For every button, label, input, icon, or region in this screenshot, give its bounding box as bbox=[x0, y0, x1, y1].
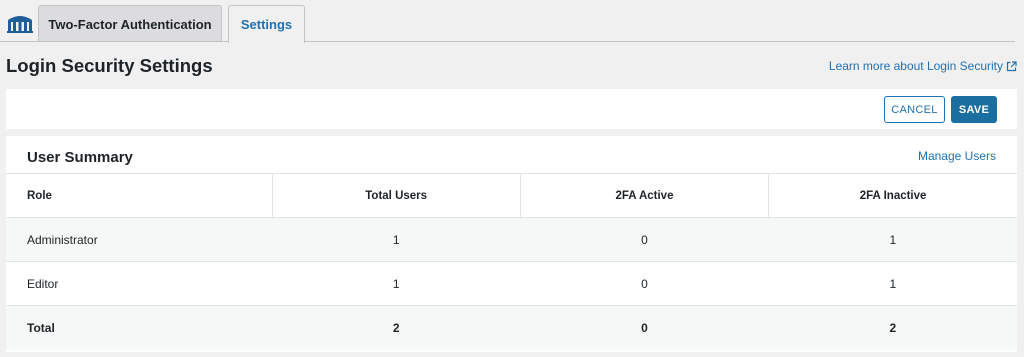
2fa-inactive-cell: 1 bbox=[768, 261, 1017, 306]
2fa-inactive-cell: 1 bbox=[768, 217, 1017, 262]
column-header-total-users: Total Users bbox=[271, 173, 521, 218]
table-row: Administrator 1 0 1 bbox=[6, 217, 1017, 262]
table-header-row: Role Total Users 2FA Active 2FA Inactive bbox=[6, 173, 1017, 218]
page-title: Login Security Settings bbox=[6, 55, 213, 76]
user-summary-table: Role Total Users 2FA Active 2FA Inactive… bbox=[6, 173, 1017, 350]
column-header-2fa-active: 2FA Active bbox=[519, 173, 769, 218]
table-total-row: Total 2 0 2 bbox=[6, 305, 1017, 350]
2fa-active-sum-cell: 0 bbox=[520, 305, 769, 350]
learn-more-label: Learn more about Login Security bbox=[828, 59, 1003, 73]
table-row: Editor 1 0 1 bbox=[6, 261, 1017, 306]
save-button[interactable]: SAVE bbox=[951, 96, 997, 123]
total-label-cell: Total bbox=[6, 305, 272, 350]
column-header-2fa-inactive: 2FA Inactive bbox=[768, 173, 1017, 218]
user-summary-panel: User Summary Manage Users Role Total Use… bbox=[6, 136, 1017, 352]
tab-divider bbox=[0, 41, 1015, 42]
learn-more-link[interactable]: Learn more about Login Security bbox=[829, 59, 1017, 73]
2fa-inactive-sum-cell: 2 bbox=[768, 305, 1017, 350]
total-users-cell: 1 bbox=[272, 261, 521, 306]
external-link-icon bbox=[1006, 60, 1017, 71]
cancel-button[interactable]: CANCEL bbox=[884, 96, 945, 123]
total-users-cell: 1 bbox=[272, 217, 521, 262]
wordfence-logo-icon bbox=[7, 16, 33, 33]
tab-label: Settings bbox=[240, 17, 293, 32]
column-header-role: Role bbox=[6, 173, 272, 218]
tab-settings[interactable]: Settings bbox=[228, 5, 305, 43]
user-summary-title: User Summary bbox=[27, 149, 133, 166]
manage-users-link[interactable]: Manage Users bbox=[918, 149, 996, 163]
2fa-active-cell: 0 bbox=[520, 217, 769, 262]
tab-bar: Two-Factor Authentication Settings bbox=[0, 0, 1024, 43]
role-cell: Administrator bbox=[6, 217, 272, 262]
tab-two-factor-authentication[interactable]: Two-Factor Authentication bbox=[38, 5, 222, 42]
action-bar: CANCEL SAVE bbox=[6, 89, 1017, 129]
2fa-active-cell: 0 bbox=[520, 261, 769, 306]
total-users-sum-cell: 2 bbox=[272, 305, 521, 350]
role-cell: Editor bbox=[6, 261, 272, 306]
tab-label: Two-Factor Authentication bbox=[48, 16, 212, 32]
